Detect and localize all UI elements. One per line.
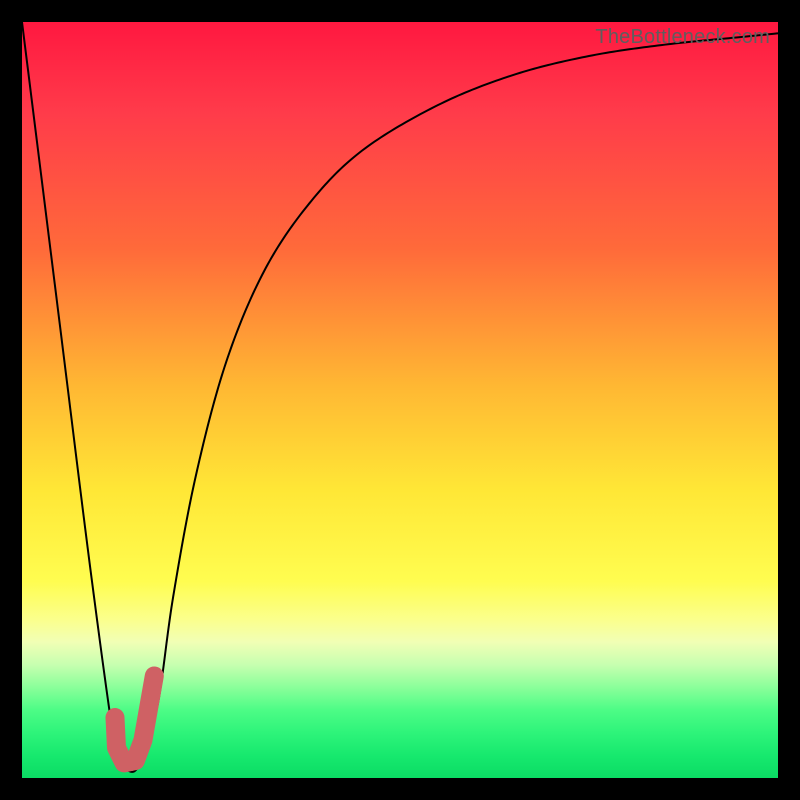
j-mark [115,676,154,763]
curve-layer [22,22,778,778]
chart-frame: TheBottleneck.com [0,0,800,800]
bottleneck-curve [22,22,778,772]
plot-area: TheBottleneck.com [22,22,778,778]
